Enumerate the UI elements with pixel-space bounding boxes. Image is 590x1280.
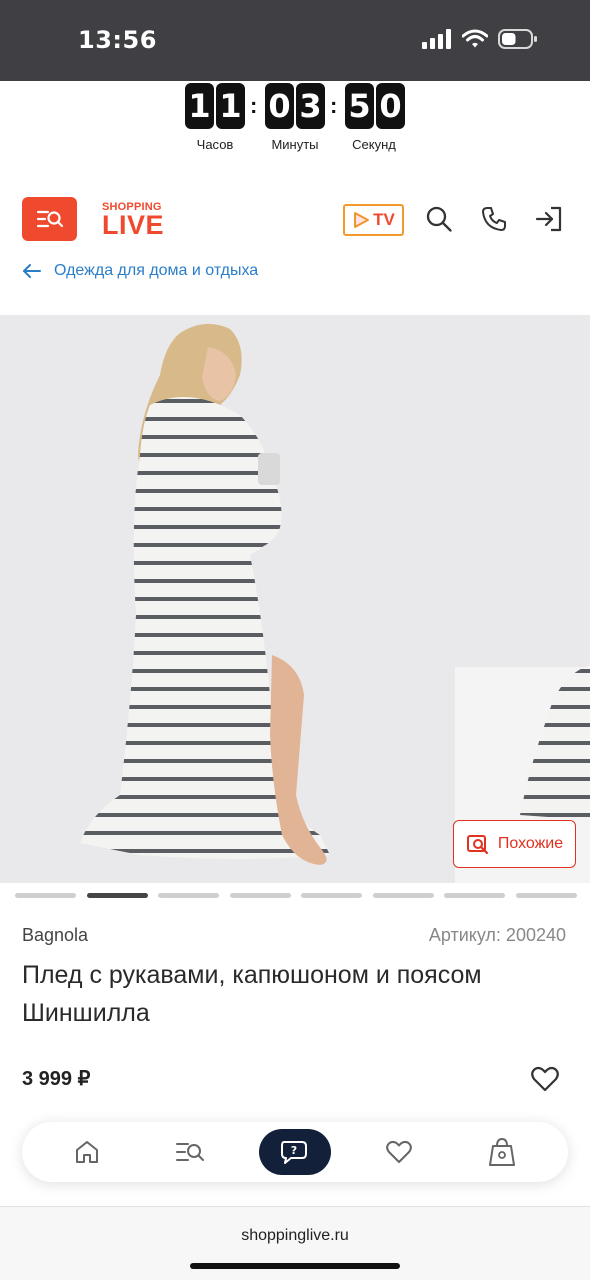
catalog-menu-button[interactable] bbox=[22, 197, 77, 241]
phone-button[interactable] bbox=[477, 202, 511, 236]
product-photo bbox=[80, 323, 590, 865]
add-to-favorites-button[interactable] bbox=[528, 1062, 562, 1096]
nav-cart[interactable] bbox=[482, 1132, 522, 1172]
countdown-label-seconds: Секунд bbox=[352, 137, 396, 152]
search-icon bbox=[426, 206, 452, 232]
similar-search-icon bbox=[466, 835, 488, 855]
countdown-minutes: 0 3 bbox=[265, 83, 325, 129]
breadcrumb[interactable]: Одежда для дома и отдыха bbox=[22, 262, 258, 280]
product-price: 3 999 ₽ bbox=[22, 1068, 91, 1090]
status-time: 13:56 bbox=[78, 26, 157, 54]
gallery-pagination[interactable] bbox=[0, 893, 590, 899]
battery-icon bbox=[498, 29, 537, 49]
nav-home[interactable] bbox=[67, 1132, 107, 1172]
gallery-dot[interactable] bbox=[301, 893, 362, 898]
status-bar: 13:56 bbox=[0, 0, 590, 81]
tv-play-icon bbox=[354, 212, 370, 228]
chat-support-icon: ? bbox=[281, 1141, 307, 1164]
status-icons bbox=[422, 28, 538, 50]
countdown-separator: : bbox=[250, 93, 258, 118]
nav-support-chat[interactable]: ? bbox=[259, 1129, 331, 1175]
nav-favorites[interactable] bbox=[379, 1132, 419, 1172]
favorites-icon bbox=[386, 1140, 412, 1163]
heart-icon bbox=[531, 1066, 559, 1092]
countdown-separator: : bbox=[330, 93, 338, 118]
menu-search-icon bbox=[36, 210, 63, 228]
breadcrumb-link[interactable]: Одежда для дома и отдыха bbox=[54, 262, 258, 280]
gallery-dot[interactable] bbox=[158, 893, 219, 898]
site-header: SHOPPING LIVE TV bbox=[0, 180, 590, 260]
countdown-timer: 1 1 : 0 3 : 5 0 Часов Минуты Секунд bbox=[0, 81, 590, 161]
similar-label: Похожие bbox=[497, 835, 564, 852]
bottom-navigation: ? bbox=[22, 1122, 568, 1182]
arrow-left-icon bbox=[23, 264, 41, 278]
logo-bottom-text: LIVE bbox=[102, 210, 165, 240]
svg-text:?: ? bbox=[291, 1144, 297, 1157]
countdown-hours: 1 1 bbox=[185, 83, 245, 129]
digit: 1 bbox=[185, 83, 214, 129]
digit: 5 bbox=[345, 83, 374, 129]
gallery-dot[interactable] bbox=[15, 893, 76, 898]
browser-url-bar[interactable]: shoppinglive.ru bbox=[0, 1206, 590, 1280]
digit: 0 bbox=[265, 83, 294, 129]
gallery-dot[interactable] bbox=[229, 893, 291, 898]
catalog-icon bbox=[176, 1143, 204, 1161]
gallery-dot[interactable] bbox=[86, 893, 148, 898]
gallery-dot[interactable] bbox=[515, 893, 577, 898]
url-text[interactable]: shoppinglive.ru bbox=[0, 1227, 590, 1245]
tv-label: TV bbox=[373, 210, 395, 229]
countdown-seconds: 5 0 bbox=[345, 83, 405, 129]
tv-button[interactable]: TV bbox=[343, 204, 404, 236]
digit: 0 bbox=[376, 83, 405, 129]
similar-button[interactable]: Похожие bbox=[453, 820, 576, 868]
digit: 1 bbox=[216, 83, 245, 129]
cart-icon bbox=[489, 1137, 515, 1166]
countdown-label-hours: Часов bbox=[196, 137, 234, 152]
login-button[interactable] bbox=[532, 202, 566, 236]
gallery-dot[interactable] bbox=[372, 893, 434, 898]
product-brand[interactable]: Bagnola bbox=[22, 925, 88, 946]
login-icon bbox=[535, 206, 562, 232]
product-title: Плед с рукавами, капюшоном и поясом Шинш… bbox=[22, 961, 482, 1027]
digit: 3 bbox=[296, 83, 325, 129]
phone-icon bbox=[482, 207, 506, 231]
home-icon bbox=[76, 1141, 98, 1163]
countdown-label-minutes: Минуты bbox=[271, 137, 319, 152]
home-indicator bbox=[190, 1263, 400, 1269]
nav-catalog[interactable] bbox=[170, 1132, 210, 1172]
shopping-live-logo[interactable]: SHOPPING LIVE bbox=[102, 202, 164, 239]
gallery-dot[interactable] bbox=[444, 893, 505, 898]
search-button[interactable] bbox=[422, 202, 456, 236]
product-sku: Артикул: 200240 bbox=[428, 925, 566, 945]
wifi-icon bbox=[462, 29, 488, 48]
product-gallery[interactable]: Похожие bbox=[0, 315, 590, 883]
cellular-signal-icon bbox=[422, 29, 451, 49]
